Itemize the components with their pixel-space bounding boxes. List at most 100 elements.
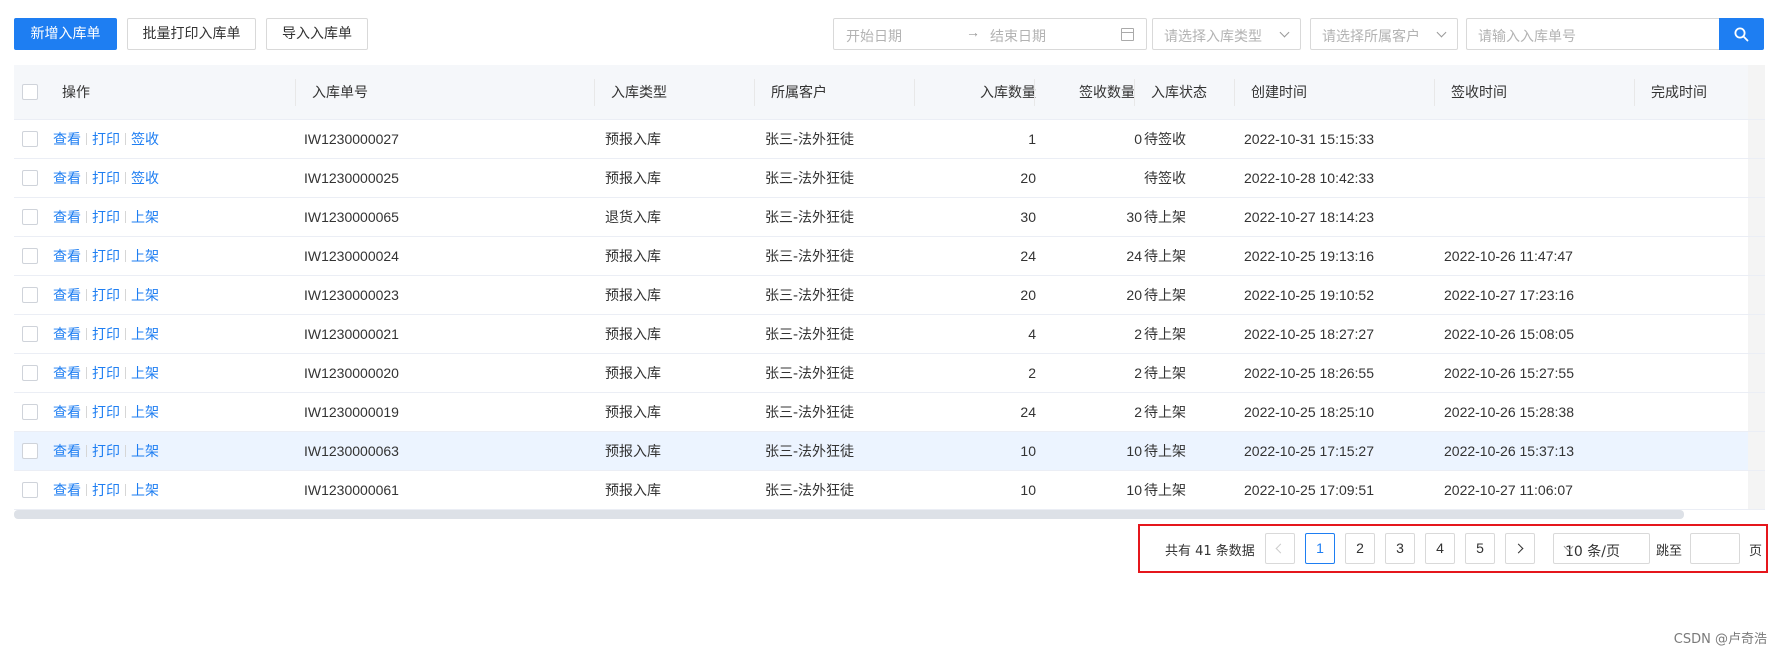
cell-signed-qty: 2	[1134, 404, 1142, 420]
page-button-3[interactable]: 3	[1385, 533, 1415, 564]
print-link[interactable]: 打印	[92, 285, 120, 305]
action-divider	[86, 211, 87, 223]
print-link[interactable]: 打印	[92, 246, 120, 266]
table-row[interactable]: 查看 打印 上架 IW1230000061 预报入库 张三-法外狂徒 10 10 待上架 2022…	[14, 471, 1765, 510]
page-button-5[interactable]: 5	[1465, 533, 1495, 564]
new-inbound-button[interactable]: 新增入库单	[14, 18, 117, 50]
view-link[interactable]: 查看	[53, 480, 81, 500]
table-row[interactable]: 查看 打印 上架 IW1230000021 预报入库 张三-法外狂徒 4 2 待上架 2022-1…	[14, 315, 1765, 354]
cell-status: 待上架	[1144, 405, 1186, 421]
row-checkbox[interactable]	[22, 287, 38, 303]
row-checkbox[interactable]	[22, 209, 38, 225]
cell-status: 待上架	[1144, 288, 1186, 304]
cell-type: 预报入库	[605, 327, 661, 343]
table-row[interactable]: 查看 打印 签收 IW1230000027 预报入库 张三-法外狂徒 1 0 待签收 2022-1…	[14, 120, 1765, 159]
customer-select[interactable]: 请选择所属客户	[1310, 18, 1458, 50]
vertical-scrollbar[interactable]	[1748, 120, 1765, 158]
vertical-scrollbar[interactable]	[1748, 315, 1765, 353]
primary-action-link[interactable]: 上架	[131, 207, 159, 227]
primary-action-link[interactable]: 上架	[131, 324, 159, 344]
row-checkbox[interactable]	[22, 326, 38, 342]
print-link[interactable]: 打印	[92, 129, 120, 149]
cell-qty: 24	[1020, 404, 1036, 420]
order-number-input[interactable]: 请输入入库单号	[1466, 18, 1719, 50]
page-size-select[interactable]: 10 条/页	[1553, 533, 1650, 564]
print-link[interactable]: 打印	[92, 480, 120, 500]
table-row[interactable]: 查看 打印 上架 IW1230000024 预报入库 张三-法外狂徒 24 24 待上架 2022…	[14, 237, 1765, 276]
vertical-scrollbar[interactable]	[1748, 159, 1765, 197]
action-divider	[125, 211, 126, 223]
vertical-scrollbar[interactable]	[1748, 393, 1765, 431]
horizontal-scrollbar[interactable]	[14, 510, 1684, 519]
table-row[interactable]: 查看 打印 上架 IW1230000020 预报入库 张三-法外狂徒 2 2 待上架 2022-1…	[14, 354, 1765, 393]
row-checkbox[interactable]	[22, 170, 38, 186]
action-divider	[125, 406, 126, 418]
page-button-1[interactable]: 1	[1305, 533, 1335, 564]
view-link[interactable]: 查看	[53, 324, 81, 344]
print-link[interactable]: 打印	[92, 168, 120, 188]
view-link[interactable]: 查看	[53, 363, 81, 383]
column-divider	[1634, 79, 1635, 106]
vertical-scrollbar[interactable]	[1748, 237, 1765, 275]
inbound-type-select[interactable]: 请选择入库类型	[1152, 18, 1301, 50]
view-link[interactable]: 查看	[53, 441, 81, 461]
vertical-scrollbar[interactable]	[1748, 276, 1765, 314]
batch-print-button[interactable]: 批量打印入库单	[127, 18, 256, 50]
view-link[interactable]: 查看	[53, 246, 81, 266]
cell-type: 预报入库	[605, 405, 661, 421]
print-link[interactable]: 打印	[92, 324, 120, 344]
primary-action-link[interactable]: 上架	[131, 285, 159, 305]
row-checkbox[interactable]	[22, 248, 38, 264]
row-checkbox[interactable]	[22, 482, 38, 498]
print-link[interactable]: 打印	[92, 441, 120, 461]
cell-signed: 2022-10-26 15:28:38	[1444, 404, 1574, 420]
vertical-scrollbar[interactable]	[1748, 198, 1765, 236]
row-checkbox[interactable]	[22, 131, 38, 147]
view-link[interactable]: 查看	[53, 285, 81, 305]
view-link[interactable]: 查看	[53, 129, 81, 149]
row-checkbox[interactable]	[22, 365, 38, 381]
table-row[interactable]: 查看 打印 上架 IW1230000065 退货入库 张三-法外狂徒 30 30 待上架 2022…	[14, 198, 1765, 237]
page-button-4[interactable]: 4	[1425, 533, 1455, 564]
search-button[interactable]	[1719, 18, 1764, 50]
vertical-scrollbar[interactable]	[1748, 471, 1765, 509]
prev-page-button[interactable]	[1265, 533, 1295, 564]
table-row[interactable]: 查看 打印 上架 IW1230000063 预报入库 张三-法外狂徒 10 10 待上架 2022…	[14, 432, 1765, 471]
customer-placeholder: 请选择所属客户	[1322, 29, 1420, 45]
view-link[interactable]: 查看	[53, 168, 81, 188]
table-row[interactable]: 查看 打印 签收 IW1230000025 预报入库 张三-法外狂徒 20 待签收 2022-1…	[14, 159, 1765, 198]
row-actions: 查看 打印 签收	[53, 120, 159, 158]
view-link[interactable]: 查看	[53, 207, 81, 227]
primary-action-link[interactable]: 签收	[131, 129, 159, 149]
primary-action-link[interactable]: 上架	[131, 441, 159, 461]
primary-action-link[interactable]: 上架	[131, 363, 159, 383]
action-divider	[86, 133, 87, 145]
primary-action-link[interactable]: 签收	[131, 168, 159, 188]
cell-signed: 2022-10-26 15:27:55	[1444, 365, 1574, 381]
print-link[interactable]: 打印	[92, 363, 120, 383]
import-button[interactable]: 导入入库单	[266, 18, 368, 50]
vertical-scrollbar[interactable]	[1748, 65, 1765, 119]
vertical-scrollbar[interactable]	[1748, 354, 1765, 392]
date-range-picker[interactable]: 开始日期 → 结束日期	[833, 18, 1147, 50]
vertical-scrollbar[interactable]	[1748, 432, 1765, 470]
table-row[interactable]: 查看 打印 上架 IW1230000023 预报入库 张三-法外狂徒 20 20 待上架 2022…	[14, 276, 1765, 315]
view-link[interactable]: 查看	[53, 402, 81, 422]
jump-page-input[interactable]	[1690, 533, 1740, 564]
table-row[interactable]: 查看 打印 上架 IW1230000019 预报入库 张三-法外狂徒 24 2 待上架 2022-…	[14, 393, 1765, 432]
header-completed: 完成时间	[1651, 85, 1707, 101]
action-divider	[125, 328, 126, 340]
primary-action-link[interactable]: 上架	[131, 402, 159, 422]
chevron-right-icon	[1513, 543, 1524, 554]
primary-action-link[interactable]: 上架	[131, 480, 159, 500]
cell-type: 预报入库	[605, 249, 661, 265]
page-button-2[interactable]: 2	[1345, 533, 1375, 564]
next-page-button[interactable]	[1505, 533, 1535, 564]
header-created: 创建时间	[1251, 85, 1307, 101]
row-checkbox[interactable]	[22, 404, 38, 420]
select-all-checkbox[interactable]	[22, 84, 38, 100]
row-checkbox[interactable]	[22, 443, 38, 459]
print-link[interactable]: 打印	[92, 207, 120, 227]
print-link[interactable]: 打印	[92, 402, 120, 422]
primary-action-link[interactable]: 上架	[131, 246, 159, 266]
